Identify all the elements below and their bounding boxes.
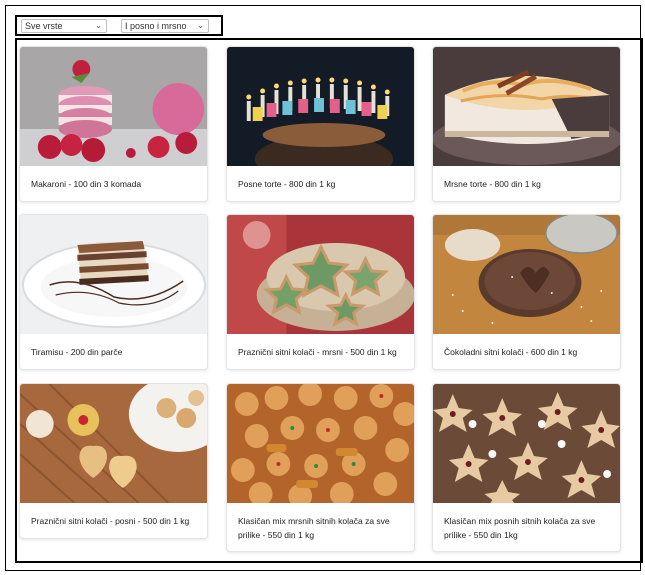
chevron-down-icon: ⌄ [95, 21, 102, 30]
product-card[interactable]: Praznični sitni kolači - posni - 500 din… [19, 383, 208, 539]
gingerbread-cookies-photo[interactable] [433, 384, 620, 503]
chevron-down-icon: ⌄ [197, 21, 204, 30]
product-card[interactable]: Posne torte - 800 din 1 kg [226, 46, 415, 202]
mixed-cookies-photo[interactable] [227, 384, 414, 503]
product-card[interactable]: Tiramisu - 200 din parče [19, 214, 208, 370]
type-select[interactable]: I posno i mrsno ⌄ [121, 19, 209, 33]
heart-cookies-photo[interactable] [20, 384, 207, 503]
star-cookies-photo[interactable] [227, 215, 414, 334]
product-card[interactable]: Klasičan mix mrsnih sitnih kolača za sve… [226, 383, 415, 552]
product-card[interactable]: Čokoladni sitni kolači - 600 din 1 kg [432, 214, 621, 370]
product-label: Praznični sitni kolači - posni - 500 din… [31, 516, 190, 526]
product-card[interactable]: Klasičan mix posnih sitnih kolača za sve… [432, 383, 621, 552]
birthday-cake-photo[interactable] [227, 47, 414, 166]
product-label: Praznični sitni kolači - mrsni - 500 din… [238, 347, 397, 357]
tiramisu-photo[interactable] [20, 215, 207, 334]
product-label: Klasičan mix mrsnih sitnih kolača za sve… [238, 516, 390, 540]
product-label: Čokoladni sitni kolači - 600 din 1 kg [444, 347, 578, 357]
product-label: Klasičan mix posnih sitnih kolača za sve… [444, 516, 596, 540]
macarons-photo[interactable] [20, 47, 207, 166]
product-label: Tiramisu - 200 din parče [31, 347, 123, 357]
product-label: Makaroni - 100 din 3 komada [31, 179, 142, 189]
product-label: Posne torte - 800 din 1 kg [238, 179, 336, 189]
category-select[interactable]: Sve vrste ⌄ [21, 19, 107, 33]
product-card[interactable]: Praznični sitni kolači - mrsni - 500 din… [226, 214, 415, 370]
product-card[interactable]: Makaroni - 100 din 3 komada [19, 46, 208, 202]
type-select-value: I posno i mrsno [125, 21, 187, 31]
product-card[interactable]: Mrsne torte - 800 din 1 kg [432, 46, 621, 202]
category-select-value: Sve vrste [25, 21, 63, 31]
filter-bar: Sve vrste ⌄ I posno i mrsno ⌄ [15, 15, 223, 36]
product-label: Mrsne torte - 800 din 1 kg [444, 179, 541, 189]
cheesecake-photo[interactable] [433, 47, 620, 166]
chocolate-cookie-photo[interactable] [433, 215, 620, 334]
